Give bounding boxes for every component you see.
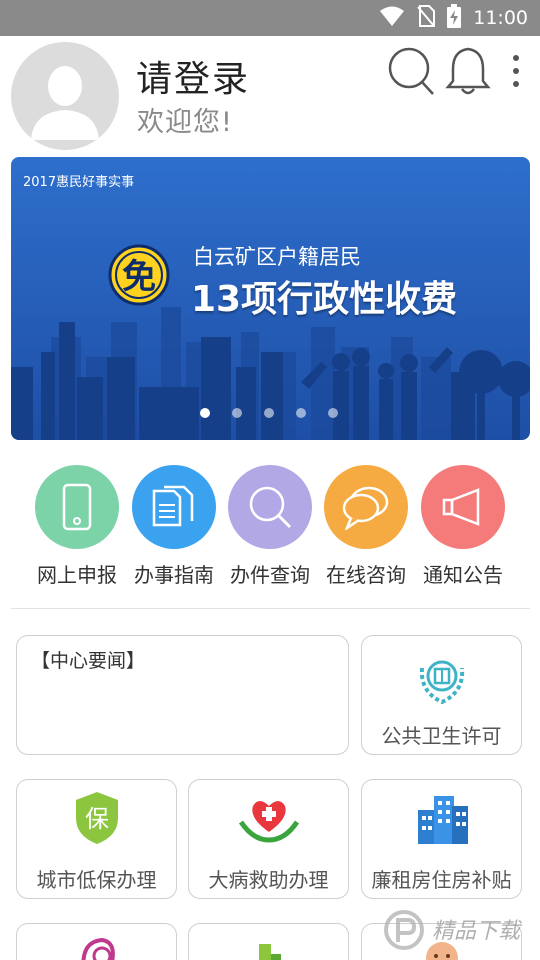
search-button[interactable] bbox=[383, 44, 437, 98]
carousel-dot[interactable] bbox=[232, 408, 242, 418]
heart-hands-icon bbox=[238, 801, 299, 843]
chat-icon bbox=[342, 486, 389, 530]
banner-line2: 13项行政性收费 bbox=[191, 279, 458, 320]
service-label: 城市低保办理 bbox=[36, 868, 157, 892]
megaphone-icon bbox=[442, 488, 480, 526]
banner-tag: 2017惠民好事实事 bbox=[23, 175, 135, 190]
more-menu-button[interactable] bbox=[498, 44, 534, 98]
carousel-dot[interactable] bbox=[264, 408, 274, 418]
status-bar: 11:00 bbox=[0, 0, 540, 36]
mother-baby-icon bbox=[81, 937, 115, 960]
quick-icon-circle bbox=[228, 465, 312, 549]
service-public-health-license[interactable]: 公共卫生许可 bbox=[361, 635, 522, 755]
quick-guide[interactable]: 办事指南 bbox=[126, 465, 222, 588]
search-icon bbox=[388, 47, 434, 95]
free-badge-icon: 免 bbox=[108, 244, 170, 306]
carousel-indicators bbox=[200, 408, 338, 418]
more-vert-icon bbox=[513, 55, 519, 87]
quick-label: 办件查询 bbox=[230, 563, 310, 587]
section-divider bbox=[11, 608, 530, 609]
service-label: 廉租房住房补贴 bbox=[371, 868, 512, 892]
phone-icon bbox=[62, 483, 92, 531]
bell-icon bbox=[445, 47, 491, 95]
documents-icon bbox=[152, 485, 194, 527]
service-label: 公共卫生许可 bbox=[381, 724, 502, 748]
service-urban-subsistence[interactable]: 保 城市低保办理 bbox=[16, 779, 177, 899]
watermark-text: 精品下载 bbox=[432, 919, 521, 944]
quick-online-consult[interactable]: 在线咨询 bbox=[318, 465, 414, 588]
quick-icon-circle bbox=[324, 465, 408, 549]
banner-line1: 白云矿区户籍居民 bbox=[193, 245, 361, 269]
status-time: 11:00 bbox=[473, 7, 528, 29]
banner-carousel[interactable]: 免 2017惠民好事实事 白云矿区户籍居民 13项行政性收费 bbox=[11, 157, 530, 440]
carousel-dot[interactable] bbox=[200, 408, 210, 418]
quick-icon-circle bbox=[421, 465, 505, 549]
quick-icon-circle bbox=[132, 465, 216, 549]
search-icon bbox=[249, 486, 292, 529]
avatar[interactable] bbox=[11, 42, 119, 150]
service-lowrent-housing-subsidy[interactable]: 廉租房住房补贴 bbox=[361, 779, 522, 899]
quick-icon-circle bbox=[35, 465, 119, 549]
news-card[interactable]: 【中心要闻】 bbox=[16, 635, 349, 755]
carousel-dot[interactable] bbox=[296, 408, 306, 418]
quick-case-query[interactable]: 办件查询 bbox=[222, 465, 318, 588]
buildings-icon bbox=[417, 796, 468, 844]
welcome-text: 欢迎您! bbox=[137, 107, 233, 138]
health-emblem-icon bbox=[419, 660, 464, 705]
service-label: 大病救助办理 bbox=[208, 868, 329, 892]
watermark-logo-icon bbox=[384, 910, 424, 950]
svg-text:保: 保 bbox=[85, 805, 109, 833]
quick-label: 办事指南 bbox=[134, 563, 214, 587]
news-title: 【中心要闻】 bbox=[31, 650, 146, 672]
quick-online-declare[interactable]: 网上申报 bbox=[29, 465, 125, 588]
carousel-dot[interactable] bbox=[328, 408, 338, 418]
quick-label: 在线咨询 bbox=[326, 563, 406, 587]
no-sim-icon bbox=[417, 5, 436, 31]
service-major-illness-aid[interactable]: 大病救助办理 bbox=[188, 779, 349, 899]
wifi-icon bbox=[379, 5, 405, 31]
login-prompt[interactable]: 请登录 bbox=[136, 50, 250, 102]
green-building-icon bbox=[258, 944, 281, 960]
user-silhouette-icon bbox=[31, 66, 99, 140]
quick-label: 网上申报 bbox=[37, 563, 117, 587]
quick-label: 通知公告 bbox=[423, 563, 503, 587]
quick-notices[interactable]: 通知公告 bbox=[415, 465, 511, 588]
shield-bao-icon: 保 bbox=[75, 792, 118, 844]
service-card-partial[interactable] bbox=[188, 923, 349, 960]
battery-charging-icon bbox=[447, 4, 462, 32]
service-card-partial[interactable] bbox=[16, 923, 177, 960]
notification-button[interactable] bbox=[441, 44, 495, 98]
badge-text: 免 bbox=[122, 257, 156, 297]
